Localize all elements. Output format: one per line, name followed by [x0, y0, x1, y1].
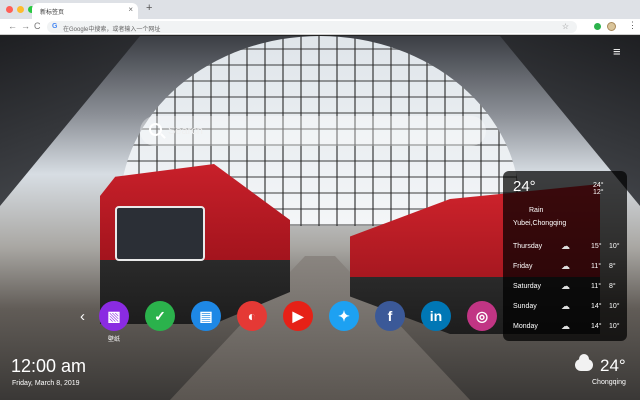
bottom-temperature: 24° — [600, 356, 626, 375]
google-icon: G — [52, 23, 58, 30]
low-temperature: 12° — [593, 189, 604, 196]
address-bar[interactable]: G 在Google中搜索，或者输入一个网址 ☆ — [47, 21, 577, 33]
close-tab-icon[interactable]: × — [128, 5, 133, 14]
forecast-row: Friday ☁ 11° 8° — [513, 261, 623, 281]
forecast-high: 11° — [591, 283, 602, 290]
forecast-row: Sunday ☁ 14° 10° — [513, 301, 623, 321]
cloud-icon: ☁ — [561, 241, 570, 251]
forecast-day: Sunday — [513, 303, 537, 310]
cloud-icon: ☁ — [561, 261, 570, 271]
forecast-day: Friday — [513, 263, 533, 270]
browser-menu-icon[interactable]: ⋮ — [628, 20, 637, 31]
instagram-app-icon[interactable]: ◎ — [467, 301, 497, 331]
new-tab-button[interactable]: + — [146, 2, 152, 14]
forecast-high: 15° — [591, 243, 602, 250]
forecast-list: Thursday ☁ 15° 10° Friday ☁ 11° 8° Saturday ☁ 11… — [513, 241, 623, 341]
tab-new-tab[interactable]: 新标签页 × — [32, 3, 138, 19]
forward-button[interactable]: → — [21, 21, 30, 31]
youtube-app-icon[interactable]: ▶ — [283, 301, 313, 331]
dock-prev-arrow[interactable]: ‹ — [80, 308, 85, 325]
forecast-row: Saturday ☁ 11° 8° — [513, 281, 623, 301]
weather-condition: Rain — [529, 207, 544, 214]
twitter-app-icon[interactable]: ✦ — [329, 301, 359, 331]
window-controls — [6, 6, 35, 13]
forecast-high: 11° — [591, 263, 602, 270]
forecast-day: Thursday — [513, 243, 543, 250]
close-window-button[interactable] — [6, 6, 13, 13]
extension-icon[interactable] — [594, 23, 601, 30]
weather-city: Yubei,Chongqing — [513, 220, 567, 227]
wallpaper-app-icon[interactable]: ▧ — [99, 301, 129, 331]
back-button[interactable]: ← — [8, 21, 17, 31]
forecast-low: 8° — [609, 263, 616, 270]
current-temperature: 24° — [513, 178, 536, 195]
cloud-icon: ☁ — [561, 281, 570, 291]
forecast-low: 8° — [609, 283, 616, 290]
reload-button[interactable]: C — [34, 21, 41, 31]
search-bar[interactable] — [140, 116, 486, 146]
todo-app-icon[interactable]: ✓ — [145, 301, 175, 331]
linkedin-app-icon[interactable]: in — [421, 301, 451, 331]
tab-title: 新标签页 — [40, 10, 65, 16]
cloud-icon — [575, 354, 593, 371]
high-low: 24° 12° — [593, 182, 627, 196]
hamburger-menu-icon[interactable]: ≡ — [613, 44, 621, 59]
weather-panel: 24° 24° 12° Rain Yubei,Chongqing Thursda… — [503, 171, 627, 341]
forecast-row: Thursday ☁ 15° 10° — [513, 241, 623, 261]
bottom-city: Chongqing — [592, 379, 626, 386]
new-tab-page: ≡ 24° 24° 12° Rain Yubei,Chongqing Thurs… — [0, 36, 640, 400]
address-bar-text: 在Google中搜索，或者输入一个网址 — [63, 27, 161, 33]
forecast-day: Saturday — [513, 283, 542, 290]
search-input[interactable] — [168, 120, 468, 142]
cloud-icon: ☁ — [561, 301, 570, 311]
forecast-low: 10° — [609, 323, 620, 330]
browser-toolbar: ← → C G 在Google中搜索，或者输入一个网址 ☆ — [0, 19, 640, 35]
cloud-icon: ☁ — [561, 321, 570, 331]
forecast-low: 10° — [609, 243, 620, 250]
clock-date: Friday, March 8, 2019 — [12, 380, 80, 387]
notes-app-icon[interactable]: ▤ — [191, 301, 221, 331]
forecast-day: Monday — [513, 323, 538, 330]
clock-time: 12:00 am — [11, 356, 87, 376]
facebook-app-icon[interactable]: f — [375, 301, 405, 331]
search-icon[interactable] — [149, 123, 162, 136]
wallpaper-app-label: 壁纸 — [108, 337, 121, 343]
minimize-window-button[interactable] — [17, 6, 24, 13]
high-temperature: 24° — [593, 182, 604, 189]
bookmark-star-icon[interactable]: ☆ — [562, 22, 569, 31]
forecast-row: Monday ☁ 14° 10° — [513, 321, 623, 341]
profile-avatar[interactable] — [607, 22, 616, 31]
paint-app-icon[interactable]: ◐ — [237, 301, 267, 331]
tab-bar: 新标签页 × + — [0, 0, 640, 19]
train-window-image — [115, 206, 205, 261]
forecast-high: 14° — [591, 323, 602, 330]
forecast-low: 10° — [609, 303, 620, 310]
forecast-high: 14° — [591, 303, 602, 310]
